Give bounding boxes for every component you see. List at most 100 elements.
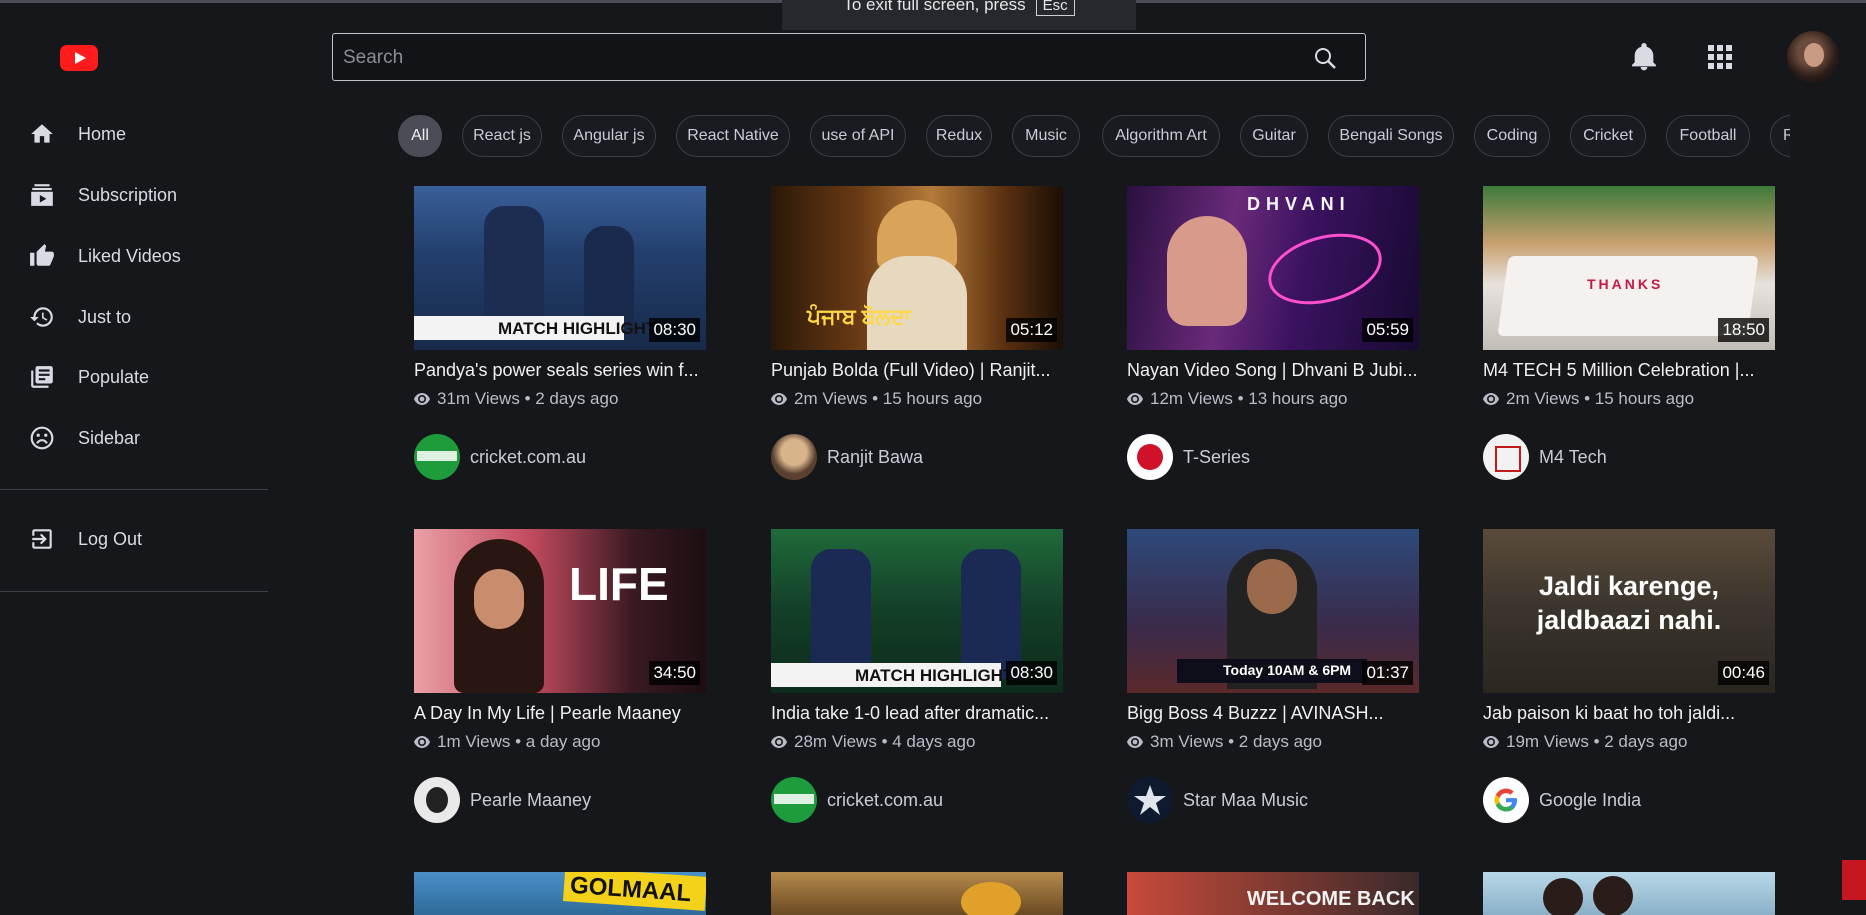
sidebar-item-subscription[interactable]: Subscription (28, 175, 177, 215)
video-thumbnail[interactable]: GOLMAAL (414, 872, 706, 915)
chip-bengali-songs[interactable]: Bengali Songs (1328, 115, 1454, 157)
video-duration: 01:37 (1362, 661, 1413, 685)
video-title[interactable]: M4 TECH 5 Million Celebration |... (1483, 360, 1783, 381)
video-title[interactable]: Jab paison ki baat ho toh jaldi... (1483, 703, 1783, 724)
history-icon (28, 303, 56, 331)
sidebar-item-home[interactable]: Home (28, 114, 126, 154)
sidebar-item-label: Sidebar (78, 427, 141, 448)
view-count: 31m Views (437, 389, 520, 408)
video-meta: 3m Views • 2 days ago (1127, 732, 1322, 752)
thumbnail-caption: LIFE (569, 558, 669, 610)
upload-age: 13 hours ago (1248, 389, 1348, 408)
thumbnail-caption: ਪੰਜਾਬ ਬੋਲਦਾ (807, 304, 912, 329)
channel-name: Star Maa Music (1183, 789, 1309, 810)
view-count: 19m Views (1506, 732, 1589, 751)
sidebar-item-label: Log Out (78, 528, 143, 549)
channel-avatar (771, 777, 817, 823)
video-thumbnail[interactable]: WELCOME BACK (1127, 872, 1419, 915)
search-icon[interactable] (1313, 46, 1337, 70)
youtube-logo[interactable] (60, 45, 98, 71)
video-duration: 08:30 (649, 318, 700, 342)
thumbnail-caption: MATCH HIGHLIGHT (855, 666, 1014, 685)
sidebar-item-populate[interactable]: Populate (28, 357, 149, 397)
video-title[interactable]: India take 1-0 lead after dramatic... (771, 703, 1071, 724)
chip-cricket[interactable]: Cricket (1570, 115, 1646, 157)
video-thumbnail[interactable]: DHVANI 05:59 (1127, 186, 1419, 350)
chip-football[interactable]: Football (1666, 115, 1750, 157)
channel-name: Google India (1539, 789, 1642, 810)
video-thumbnail[interactable]: ਪੰਜਾਬ ਬੋਲਦਾ 05:12 (771, 186, 1063, 350)
video-thumbnail[interactable]: Today 10AM & 6PM 01:37 (1127, 529, 1419, 693)
view-count: 2m Views (794, 389, 868, 408)
chip-react-js[interactable]: React js (462, 115, 542, 157)
channel-link[interactable]: Google India (1483, 777, 1641, 823)
chip-use-of-api[interactable]: use of API (810, 115, 906, 157)
thumbs-up-icon (28, 242, 56, 270)
video-duration: 00:46 (1718, 661, 1769, 685)
eye-icon (1127, 736, 1143, 748)
video-title[interactable]: Pandya's power seals series win f... (414, 360, 714, 381)
eye-icon (1483, 393, 1499, 405)
chip-music[interactable]: Music (1012, 115, 1080, 157)
apps-grid-icon[interactable] (1704, 41, 1736, 73)
sidebar-item-label: Populate (78, 366, 150, 387)
esc-key-hint: Esc (1035, 0, 1075, 16)
sidebar-item-label: Just to (78, 306, 132, 327)
view-count: 2m Views (1506, 389, 1580, 408)
sidebar-item-label: Home (78, 123, 127, 144)
logout-icon (28, 525, 56, 553)
google-logo-icon (1483, 777, 1529, 823)
subscribe-badge[interactable] (1842, 860, 1866, 900)
chip-redux[interactable]: Redux (926, 115, 992, 157)
upload-age: 2 days ago (1238, 732, 1322, 751)
video-thumbnail[interactable]: Jaldi karenge, jaldbaazi nahi. 00:46 (1483, 529, 1775, 693)
video-title[interactable]: Nayan Video Song | Dhvani B Jubi... (1127, 360, 1427, 381)
video-title[interactable]: A Day In My Life | Pearle Maaney (414, 703, 714, 724)
video-title[interactable]: Bigg Boss 4 Buzzz | AVINASH... (1127, 703, 1427, 724)
sidebar-item-label: Subscription (78, 184, 178, 205)
video-thumbnail[interactable]: MATCH HIGHLIGHT 08:30 (414, 186, 706, 350)
channel-link[interactable]: cricket.com.au (414, 434, 586, 480)
channel-avatar (414, 434, 460, 480)
sidebar-item-just-to[interactable]: Just to (28, 297, 131, 337)
bell-icon[interactable] (1628, 41, 1660, 73)
chip-algorithm-art[interactable]: Algorithm Art (1102, 115, 1220, 157)
video-thumbnail[interactable]: LIFE 34:50 (414, 529, 706, 693)
thumbnail-caption: WELCOME BACK (1247, 888, 1415, 910)
channel-avatar (414, 777, 460, 823)
sidebar-item-logout[interactable]: Log Out (28, 519, 142, 559)
chip-coding[interactable]: Coding (1474, 115, 1550, 157)
chip-partial[interactable]: Re (1770, 115, 1790, 157)
channel-link[interactable]: T-Series (1127, 434, 1250, 480)
chip-react-native[interactable]: React Native (676, 115, 790, 157)
channel-link[interactable]: Ranjit Bawa (771, 434, 923, 480)
channel-link[interactable]: cricket.com.au (771, 777, 943, 823)
video-title[interactable]: Punjab Bolda (Full Video) | Ranjit... (771, 360, 1071, 381)
chip-angular-js[interactable]: Angular js (562, 115, 656, 157)
thumbnail-caption: THANKS (1587, 276, 1664, 292)
chip-guitar[interactable]: Guitar (1240, 115, 1308, 157)
video-thumbnail[interactable]: MATCH HIGHLIGHT 08:30 (771, 529, 1063, 693)
sidebar-item-liked-videos[interactable]: Liked Videos (28, 236, 181, 276)
thumbnail-caption: Jaldi karenge, jaldbaazi nahi. (1536, 571, 1722, 635)
channel-name: Ranjit Bawa (827, 446, 924, 467)
video-thumbnail[interactable]: THANKS 18:50 (1483, 186, 1775, 350)
upload-age: 2 days ago (535, 389, 619, 408)
thumbnail-caption: MATCH HIGHLIGHT (498, 319, 657, 338)
video-duration: 05:59 (1362, 318, 1413, 342)
video-thumbnail[interactable] (1483, 872, 1775, 915)
home-icon (28, 120, 56, 148)
channel-link[interactable]: M4 Tech (1483, 434, 1607, 480)
user-avatar[interactable] (1787, 31, 1839, 83)
chip-all[interactable]: All (398, 115, 442, 157)
channel-link[interactable]: Star Maa Music (1127, 777, 1308, 823)
channel-name: cricket.com.au (827, 789, 944, 810)
channel-avatar (1483, 434, 1529, 480)
video-thumbnail[interactable] (771, 872, 1063, 915)
channel-link[interactable]: Pearle Maaney (414, 777, 591, 823)
channel-name: M4 Tech (1539, 446, 1607, 467)
sidebar-item-sidebar[interactable]: Sidebar (28, 418, 140, 458)
search-input[interactable] (341, 34, 1285, 82)
video-meta: 2m Views • 15 hours ago (771, 389, 982, 409)
fullscreen-notice: To exit full screen, press Esc (782, 0, 1136, 30)
